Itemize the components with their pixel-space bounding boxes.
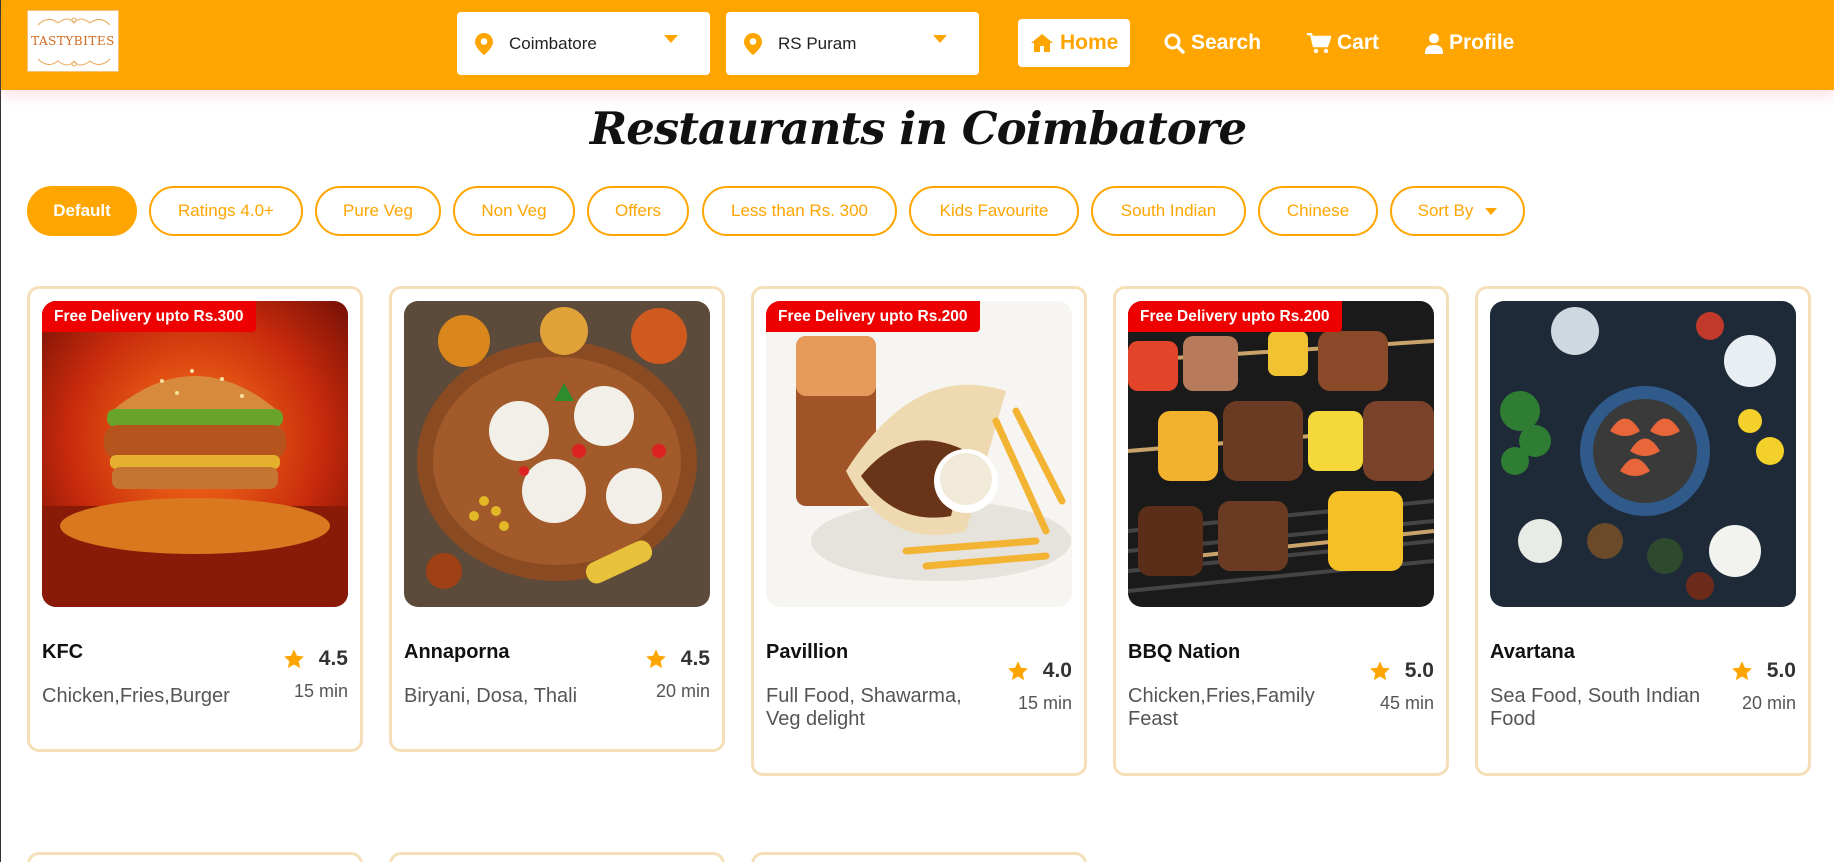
rating-value: 4.5 bbox=[318, 647, 348, 670]
restaurant-card-partial[interactable] bbox=[389, 852, 725, 862]
filter-label: Chinese bbox=[1286, 201, 1350, 220]
filter-label: Non Veg bbox=[481, 201, 547, 220]
city-select-value: Coimbatore bbox=[509, 33, 597, 53]
restaurant-cuisine: Full Food, Shawarma, Veg delight bbox=[766, 685, 962, 730]
offer-badge: Free Delivery upto Rs.200 bbox=[766, 301, 980, 332]
restaurant-card-bbq-nation[interactable]: Free Delivery upto Rs.200 BBQ Nation Chi… bbox=[1113, 286, 1449, 776]
seafood-spread-image bbox=[1490, 301, 1796, 607]
chevron-down-icon bbox=[933, 34, 947, 43]
filter-non-veg[interactable]: Non Veg bbox=[453, 186, 575, 236]
rating-value: 5.0 bbox=[1404, 659, 1434, 682]
restaurant-cuisine: Biryani, Dosa, Thali bbox=[404, 685, 578, 707]
star-icon bbox=[283, 649, 304, 669]
filter-offers[interactable]: Offers bbox=[587, 186, 689, 236]
restaurant-card-pavillion[interactable]: Free Delivery upto Rs.200 Pavillion Full… bbox=[751, 286, 1087, 776]
nav-home[interactable]: Home bbox=[1018, 19, 1131, 67]
rating-value: 4.0 bbox=[1042, 659, 1072, 682]
location-pin-icon bbox=[744, 32, 762, 55]
filter-kids-favourite[interactable]: Kids Favourite bbox=[909, 186, 1079, 236]
star-icon bbox=[645, 649, 666, 669]
offer-badge: Free Delivery upto Rs.200 bbox=[1128, 301, 1342, 332]
top-navbar: TASTYBITES Coimbatore RS Puram Home Sear… bbox=[1, 0, 1834, 90]
burger-image bbox=[42, 301, 348, 607]
page-title: Restaurants in Coimbatore bbox=[589, 102, 1247, 155]
location-pin-icon bbox=[475, 32, 493, 55]
filter-label: Ratings 4.0+ bbox=[178, 201, 274, 220]
restaurant-name: Annaporna bbox=[404, 641, 510, 663]
area-select-value: RS Puram bbox=[778, 33, 857, 53]
filter-label: Kids Favourite bbox=[939, 201, 1049, 220]
filter-label: Pure Veg bbox=[343, 201, 413, 220]
shawarma-image bbox=[766, 301, 1072, 607]
tastybites-logo[interactable]: TASTYBITES bbox=[27, 10, 119, 72]
nav-cart-label: Cart bbox=[1337, 31, 1380, 54]
restaurant-card-partial[interactable] bbox=[751, 852, 1087, 862]
delivery-time: 20 min bbox=[1741, 693, 1796, 713]
nav-profile-label: Profile bbox=[1449, 31, 1515, 54]
rating: 4.0 bbox=[1007, 659, 1072, 683]
filter-default[interactable]: Default bbox=[27, 186, 137, 236]
filter-chinese[interactable]: Chinese bbox=[1258, 186, 1378, 236]
idli-platter-image bbox=[404, 301, 710, 607]
restaurant-name: BBQ Nation bbox=[1128, 641, 1241, 663]
nav-home-label: Home bbox=[1060, 31, 1119, 54]
rating: 5.0 bbox=[1369, 659, 1434, 683]
restaurant-name: Pavillion bbox=[766, 641, 849, 663]
rating: 5.0 bbox=[1731, 659, 1796, 683]
filter-label: Less than Rs. 300 bbox=[730, 201, 869, 220]
home-icon bbox=[1031, 34, 1053, 52]
nav-profile[interactable]: Profile bbox=[1425, 19, 1514, 67]
star-icon bbox=[1369, 661, 1390, 681]
restaurant-cuisine: Sea Food, South Indian Food bbox=[1490, 685, 1701, 730]
search-icon bbox=[1164, 33, 1185, 54]
restaurant-card-kfc[interactable]: Free Delivery upto Rs.300 KFC Chicken,Fr… bbox=[27, 286, 363, 752]
filter-label: Default bbox=[53, 201, 111, 220]
restaurant-name: Avartana bbox=[1490, 641, 1575, 663]
user-icon bbox=[1425, 33, 1443, 54]
rating-value: 4.5 bbox=[680, 647, 710, 670]
filter-less-than-300[interactable]: Less than Rs. 300 bbox=[702, 186, 897, 236]
chevron-down-icon bbox=[664, 34, 678, 43]
delivery-time: 15 min bbox=[1017, 693, 1072, 713]
filter-label: South Indian bbox=[1120, 201, 1217, 220]
filter-ratings[interactable]: Ratings 4.0+ bbox=[149, 186, 303, 236]
filter-label: Offers bbox=[615, 201, 661, 220]
restaurant-card-annaporna[interactable]: Annaporna Biryani, Dosa, Thali 4.5 20 mi… bbox=[389, 286, 725, 752]
restaurant-card-partial[interactable] bbox=[27, 852, 363, 862]
chevron-down-icon bbox=[1485, 207, 1498, 215]
cart-icon bbox=[1307, 32, 1331, 53]
delivery-time: 20 min bbox=[655, 681, 710, 701]
filter-south-indian[interactable]: South Indian bbox=[1091, 186, 1246, 236]
rating-value: 5.0 bbox=[1766, 659, 1796, 682]
star-icon bbox=[1731, 661, 1752, 681]
area-select[interactable]: RS Puram bbox=[726, 12, 979, 75]
nav-search-label: Search bbox=[1191, 31, 1262, 54]
offer-badge: Free Delivery upto Rs.300 bbox=[42, 301, 256, 332]
restaurant-card-avartana[interactable]: Avartana Sea Food, South Indian Food 5.0… bbox=[1475, 286, 1811, 776]
nav-search[interactable]: Search bbox=[1164, 19, 1261, 67]
delivery-time: 15 min bbox=[293, 681, 348, 701]
star-icon bbox=[1007, 661, 1028, 681]
restaurant-cuisine: Chicken,Fries,Family Feast bbox=[1128, 685, 1315, 730]
restaurant-cuisine: Chicken,Fries,Burger bbox=[42, 685, 230, 707]
filter-pure-veg[interactable]: Pure Veg bbox=[315, 186, 441, 236]
city-select[interactable]: Coimbatore bbox=[457, 12, 710, 75]
sort-by-dropdown[interactable]: Sort By bbox=[1390, 186, 1525, 236]
filter-label: Sort By bbox=[1417, 201, 1474, 220]
bbq-skewers-image bbox=[1128, 301, 1434, 607]
nav-cart[interactable]: Cart bbox=[1307, 19, 1379, 67]
rating: 4.5 bbox=[283, 647, 348, 671]
logo-text: TASTYBITES bbox=[31, 34, 115, 48]
delivery-time: 45 min bbox=[1379, 693, 1434, 713]
rating: 4.5 bbox=[645, 647, 710, 671]
restaurant-name: KFC bbox=[42, 641, 84, 663]
